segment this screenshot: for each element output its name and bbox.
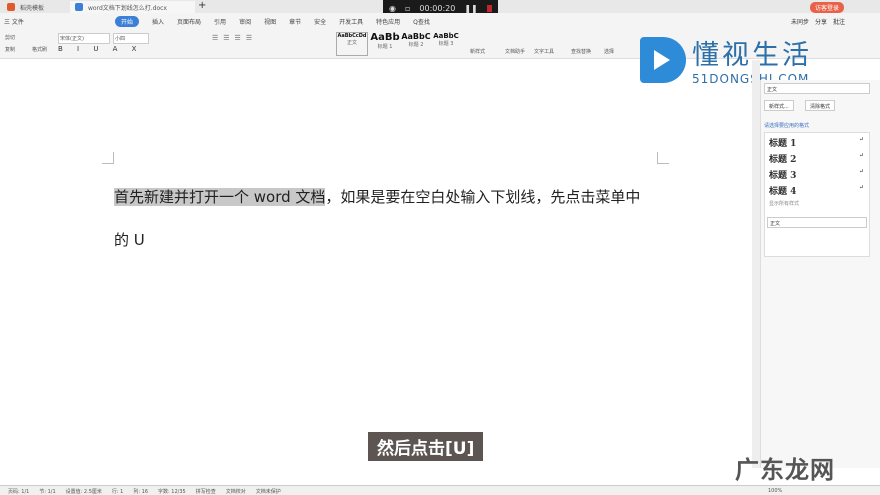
style-heading1[interactable]: AaBb 标题 1 bbox=[369, 32, 401, 56]
style-heading2[interactable]: AaBbC 标题 2 bbox=[401, 32, 431, 56]
sync-button[interactable]: 未同步 bbox=[791, 17, 809, 26]
clear-format-button[interactable]: 清除格式 bbox=[805, 100, 836, 111]
status-bar: 页码: 1/1 节: 1/1 设置值: 2.5厘米 行: 1 列: 16 字数: 12/3… bbox=[0, 485, 880, 495]
font-select[interactable]: 宋体(正文) bbox=[58, 33, 110, 44]
select-button[interactable]: 选择 bbox=[604, 48, 614, 55]
margin-corner bbox=[102, 152, 114, 164]
video-subtitle: 然后点击[U] bbox=[368, 432, 484, 461]
menu-layout[interactable]: 页面布局 bbox=[177, 17, 201, 26]
style-item[interactable]: 标题 1 ↵ bbox=[765, 133, 869, 149]
paragraph-1[interactable]: 首先新建并打开一个 word 文档，如果是要在空白处输入下划线，先点击菜单中 bbox=[114, 186, 640, 207]
logo-mark-icon bbox=[640, 36, 686, 83]
menu-section[interactable]: 章节 bbox=[289, 17, 301, 26]
styles-heading: 请选择要应用的格式 bbox=[764, 123, 810, 129]
margin-corner bbox=[657, 152, 669, 164]
share-button[interactable]: 分享 bbox=[815, 17, 827, 26]
cut-button[interactable]: 剪切 bbox=[5, 34, 15, 41]
styles-panel: 正文 新样式... 清除格式 请选择要应用的格式 标题 1 ↵ 标题 2 ↵ 标题 … bbox=[760, 80, 880, 468]
paragraph-2[interactable]: 的 U bbox=[114, 229, 145, 250]
selected-text[interactable]: 首先新建并打开一个 word 文档 bbox=[114, 188, 326, 206]
watermark-text: 广东龙网 bbox=[735, 456, 835, 484]
recorder-time: 00:00:20 bbox=[419, 4, 456, 13]
menu-bar: 三 文件 开始 插入 页面布局 引用 审阅 视图 章节 安全 开发工具 特色应用… bbox=[0, 13, 880, 29]
tab-document[interactable]: word文档下划线怎么打.docx bbox=[70, 1, 195, 13]
format-painter-button[interactable]: 格式刷 bbox=[32, 46, 47, 53]
mic-icon[interactable]: ▫ bbox=[405, 4, 410, 13]
font-size-select[interactable]: 小四 bbox=[113, 33, 149, 44]
show-all-styles[interactable]: 显示所有样式 bbox=[765, 197, 869, 210]
style-normal[interactable]: AaBbCcDd 正文 bbox=[336, 32, 368, 56]
word-icon bbox=[75, 3, 83, 11]
new-style-button[interactable]: 新样式... bbox=[764, 100, 794, 111]
menu-file[interactable]: 三 文件 bbox=[4, 17, 24, 26]
text-tool-button[interactable]: 文字工具 bbox=[534, 48, 554, 55]
new-style-button[interactable]: 新样式 bbox=[470, 48, 485, 55]
copy-button[interactable]: 复制 bbox=[5, 46, 15, 53]
watermark-logo: 懂视生活 51DONGSHI.COM bbox=[640, 33, 812, 86]
menu-developer[interactable]: 开发工具 bbox=[339, 17, 363, 26]
tab-template[interactable]: 稻壳模板 bbox=[2, 1, 67, 13]
style-item[interactable]: 标题 4 ↵ bbox=[765, 181, 869, 197]
style-filter-select[interactable]: 正文 bbox=[767, 217, 867, 228]
style-heading3[interactable]: AaBbC 标题 3 bbox=[431, 32, 461, 56]
menu-home[interactable]: 开始 bbox=[115, 15, 140, 27]
login-button[interactable]: 访客登录 bbox=[810, 2, 845, 13]
style-list: 标题 1 ↵ 标题 2 ↵ 标题 3 ↵ 标题 4 ↵ 显示所有样式 正文 bbox=[764, 132, 870, 257]
find-replace-button[interactable]: 查找替换 bbox=[571, 48, 591, 55]
menu-features[interactable]: 特色应用 bbox=[376, 17, 400, 26]
menu-insert[interactable]: 插入 bbox=[152, 17, 164, 26]
stop-icon[interactable] bbox=[486, 5, 492, 12]
menu-review[interactable]: 审阅 bbox=[239, 17, 251, 26]
camera-icon[interactable]: ◉ bbox=[389, 4, 396, 13]
comment-button[interactable]: 批注 bbox=[833, 17, 845, 26]
paragraph-buttons[interactable]: ☰☰☰☰ bbox=[212, 34, 257, 42]
pause-icon[interactable]: ❚❚ bbox=[464, 4, 477, 13]
menu-references[interactable]: 引用 bbox=[214, 17, 226, 26]
menu-search[interactable]: Q查找 bbox=[413, 17, 430, 26]
document-page[interactable]: 首先新建并打开一个 word 文档，如果是要在空白处输入下划线，先点击菜单中 的… bbox=[0, 60, 752, 468]
format-buttons[interactable]: B I U A X bbox=[58, 45, 142, 53]
zoom-level[interactable]: 100% bbox=[768, 488, 782, 494]
current-style-select[interactable]: 正文 bbox=[764, 83, 870, 94]
style-item[interactable]: 标题 2 ↵ bbox=[765, 149, 869, 165]
docer-icon bbox=[7, 3, 15, 11]
vertical-scrollbar[interactable] bbox=[752, 60, 760, 468]
menu-security[interactable]: 安全 bbox=[314, 17, 326, 26]
menu-view[interactable]: 视图 bbox=[264, 17, 276, 26]
style-item[interactable]: 标题 3 ↵ bbox=[765, 165, 869, 181]
doc-helper-button[interactable]: 文档助手 bbox=[505, 48, 525, 55]
new-tab-button[interactable]: + bbox=[198, 0, 206, 11]
